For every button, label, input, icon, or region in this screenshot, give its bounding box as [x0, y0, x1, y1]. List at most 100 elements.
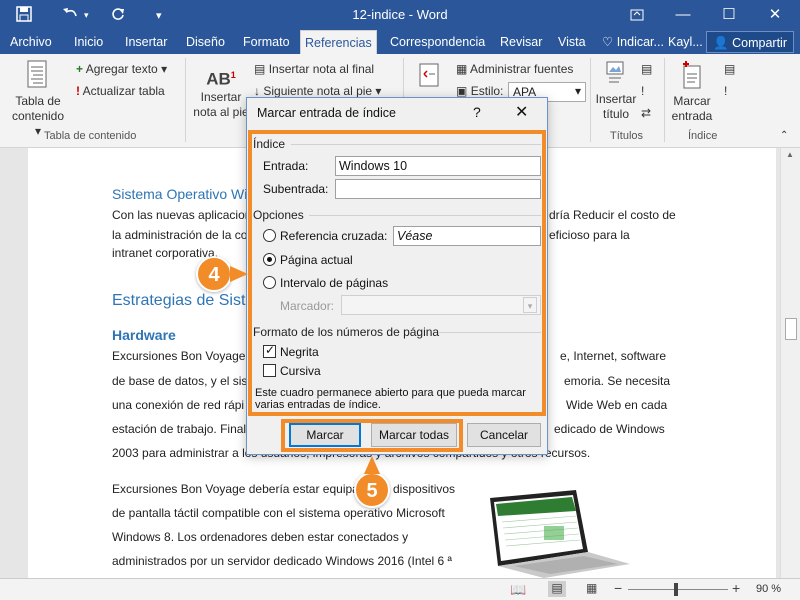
close-window-icon[interactable]: ✕	[764, 4, 786, 26]
print-layout-icon[interactable]: ▤	[548, 581, 566, 597]
tab-vista[interactable]: Vista	[554, 30, 590, 54]
next-footnote-button[interactable]: ↓ Siguiente nota al pie ▾	[254, 84, 381, 98]
zoom-in-icon[interactable]: +	[732, 580, 740, 596]
toc-button[interactable]: Tabla de contenido ▾	[8, 60, 68, 139]
insert-endnote-button[interactable]: ▤ Insertar nota al final	[254, 62, 374, 76]
doc-line: Windows 8. Los ordenadores deben estar c…	[112, 530, 409, 544]
insert-footnote-button[interactable]: AB1 Insertar nota al pie	[192, 60, 250, 120]
tab-referencias[interactable]: Referencias	[300, 30, 377, 54]
chevron-down-icon: ▾	[574, 84, 581, 98]
caption-label-1: Insertar	[595, 92, 637, 106]
collapse-ribbon-icon[interactable]: ⌃	[780, 130, 788, 141]
add-text-button[interactable]: + Agregar texto ▾	[76, 62, 167, 76]
toc-icon	[27, 60, 47, 88]
share-button[interactable]: 👤 Compartir	[706, 31, 794, 53]
caption-label-2: título	[602, 107, 629, 121]
tab-inicio[interactable]: Inicio	[70, 30, 107, 54]
insert-caption-button[interactable]: Insertar título	[594, 60, 638, 122]
web-layout-icon[interactable]: ▦	[586, 581, 597, 595]
doc-line: Wide Web en cada	[566, 398, 668, 412]
doc-line: una conexión de red rápi	[112, 398, 245, 412]
tab-revisar[interactable]: Revisar	[496, 30, 546, 54]
minimize-icon[interactable]: —	[672, 4, 694, 26]
title-bar: ▾ ▾ 12-indice - Word — ☐ ✕	[0, 0, 800, 30]
mark-entry-icon	[683, 61, 701, 89]
update-index-icon[interactable]: !	[724, 84, 727, 98]
tell-me-search[interactable]: ♡ Indicar...	[598, 30, 668, 54]
group-separator	[185, 58, 186, 142]
tab-formato[interactable]: Formato	[239, 30, 294, 54]
group-separator	[590, 58, 591, 142]
step-4-badge: 4	[196, 256, 232, 292]
user-name[interactable]: Kayl...	[664, 30, 707, 54]
scroll-up-icon[interactable]: ▲	[786, 150, 794, 159]
doc-line: dría Reducir el costo de	[549, 208, 676, 222]
update-table-figures-icon[interactable]: !	[641, 84, 644, 98]
doc-line: dispositivos	[393, 482, 456, 496]
lightbulb-icon: ♡	[602, 35, 614, 49]
insert-table-figures-icon[interactable]: ▤	[641, 62, 652, 76]
cross-reference-icon[interactable]: ⇄	[641, 106, 651, 120]
doc-line: e, Internet, software	[560, 349, 667, 363]
tab-archivo[interactable]: Archivo	[6, 30, 56, 54]
share-label: Compartir	[732, 36, 787, 50]
help-icon[interactable]: ?	[473, 104, 481, 120]
next-footnote-icon: ↓	[254, 84, 260, 98]
exclamation-icon: !	[76, 84, 80, 98]
doc-line: edicado de Windows	[554, 422, 665, 436]
group-separator	[664, 58, 665, 142]
doc-line: estación de trabajo. Final	[112, 422, 247, 436]
heading-sistema-operativo: Sistema Operativo Wi	[112, 186, 248, 202]
mark-entry-button[interactable]: Marcar entrada	[668, 60, 716, 124]
read-mode-icon[interactable]: 📖	[510, 582, 526, 598]
insert-index-icon[interactable]: ▤	[724, 62, 735, 76]
doc-line: la administración de la co	[112, 228, 248, 242]
doc-line: Con las nuevas aplicacion	[112, 208, 252, 222]
zoom-slider-thumb[interactable]	[674, 583, 678, 596]
close-icon[interactable]: ✕	[515, 102, 528, 122]
captions-group-label: Títulos	[610, 130, 644, 142]
status-bar: 📖 ▤ ▦ − + 90 %	[0, 578, 800, 600]
zoom-level[interactable]: 90 %	[756, 583, 781, 595]
ribbon-display-icon[interactable]	[626, 4, 648, 26]
doc-line: de pantalla táctil compatible con el sis…	[112, 506, 445, 520]
heading-estrategias: Estrategias de Sister	[112, 292, 260, 309]
insert-citation-icon[interactable]	[412, 62, 448, 94]
scroll-thumb[interactable]	[785, 318, 797, 340]
footnote-label-2: nota al pie	[193, 105, 249, 119]
zoom-slider[interactable]	[628, 589, 728, 590]
cancel-button[interactable]: Cancelar	[467, 423, 541, 447]
maximize-icon[interactable]: ☐	[718, 4, 740, 26]
tab-diseno[interactable]: Diseño	[182, 30, 229, 54]
manage-sources-button[interactable]: ▦ Administrar fuentes	[456, 62, 573, 76]
caption-icon	[606, 61, 624, 83]
sources-icon: ▦	[456, 62, 468, 76]
style-label: ▣ Estilo:	[456, 84, 504, 98]
endnote-icon: ▤	[254, 62, 266, 76]
footnote-ab-icon: AB1	[206, 69, 236, 89]
index-group-label: Índice	[688, 130, 718, 142]
update-table-button[interactable]: ! Actualizar tabla	[76, 84, 165, 98]
toc-group-label: Tabla de contenido	[44, 130, 137, 142]
doc-line: eficioso para la	[549, 228, 630, 242]
tab-correspondencia[interactable]: Correspondencia	[386, 30, 489, 54]
mark-entry-label-2: entrada	[671, 109, 713, 123]
dialog-title: Marcar entrada de índice	[257, 106, 396, 120]
tell-me-label: Indicar...	[616, 35, 664, 49]
tab-insertar[interactable]: Insertar	[121, 30, 171, 54]
doc-line: de base de datos, y el sist	[112, 374, 251, 388]
laptop-image	[484, 486, 634, 581]
highlight-dialog-options	[248, 130, 546, 416]
style-icon: ▣	[456, 84, 468, 98]
doc-line: intranet corporativa.	[112, 246, 219, 260]
step-5-pointer	[364, 456, 380, 474]
doc-line: emoria. Se necesita	[564, 374, 671, 388]
person-icon: 👤	[713, 36, 729, 50]
step-5-badge: 5	[354, 472, 390, 508]
vertical-scrollbar[interactable]: ▲	[780, 148, 800, 578]
ribbon-tabs: Archivo Inicio Insertar Diseño Formato R…	[0, 30, 800, 54]
zoom-out-icon[interactable]: −	[614, 580, 622, 596]
step-4-pointer	[230, 266, 248, 282]
toc-label-1: Tabla de	[15, 94, 61, 108]
doc-line: Excursiones Bon Voyage debería estar equ…	[112, 482, 359, 496]
